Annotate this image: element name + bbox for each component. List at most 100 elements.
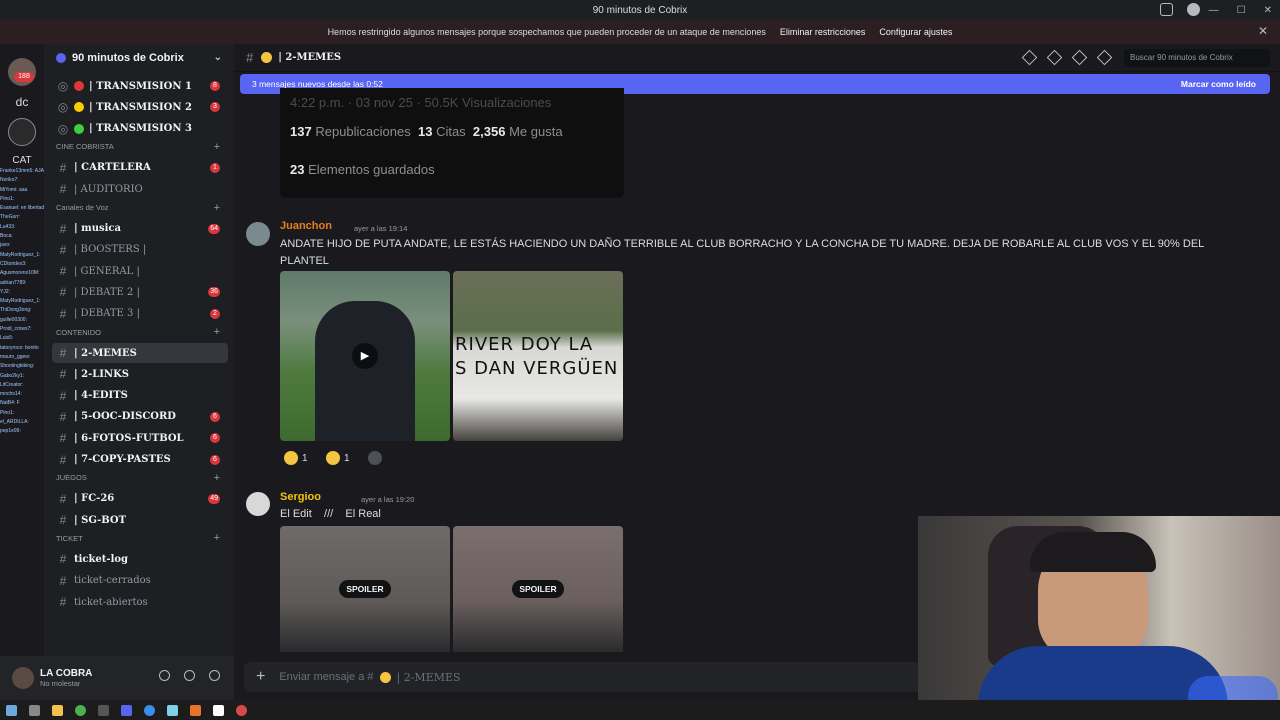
message-composer[interactable]: + Enviar mensaje a # | 2-MEMES <box>244 662 924 692</box>
message-text: El Edit /// El Real <box>280 508 381 520</box>
app-icon[interactable] <box>190 704 201 716</box>
worried-face-icon <box>326 451 340 465</box>
server-header[interactable]: 90 minutos de Cobrix ⌄ <box>44 44 234 72</box>
channel-category[interactable]: Canales de Voz + <box>56 201 226 215</box>
channel-category[interactable]: JUEGOS + <box>56 471 226 485</box>
channel-label: | 5-OOC-DISCORD <box>74 411 176 423</box>
avatar[interactable] <box>246 492 270 516</box>
channel-label: | FC-26 <box>74 493 115 505</box>
chevron-down-icon: ⌄ <box>213 52 222 63</box>
obs-icon[interactable] <box>236 704 247 716</box>
sidebar-channel[interactable]: # | FC-26 49 <box>52 489 228 509</box>
hash-icon: # <box>59 346 67 360</box>
channel-label: | BOOSTERS | <box>74 244 147 256</box>
channel-label: | 6-FOTOS-FUTBOL <box>74 432 184 444</box>
sidebar-channel[interactable]: # | BOOSTERS | <box>52 240 228 260</box>
hash-icon: # <box>59 285 67 300</box>
microphone-icon[interactable] <box>159 670 170 681</box>
sidebar-channel[interactable]: # | 6-FOTOS-FUTBOL 6 <box>52 428 228 448</box>
app-icon[interactable] <box>167 704 178 716</box>
remove-restrictions-link[interactable]: Eliminar restricciones <box>780 27 866 37</box>
attach-plus-icon[interactable]: + <box>256 668 265 686</box>
start-icon[interactable] <box>6 704 17 716</box>
sidebar-channel[interactable]: # | musica 64 <box>52 219 228 239</box>
sidebar-channel[interactable]: # | 2-MEMES <box>52 343 228 363</box>
channel-label: | musica <box>74 223 121 234</box>
maximize-icon[interactable]: ☐ <box>1237 5 1246 16</box>
inbox-icon[interactable] <box>1160 3 1173 16</box>
server-icon[interactable] <box>8 118 36 146</box>
pin-icon[interactable] <box>1071 49 1088 66</box>
folder-icon[interactable] <box>52 704 63 716</box>
unread-badge: 1 <box>210 162 220 173</box>
category-label: CONTENIDO <box>56 327 101 337</box>
search-input[interactable]: Buscar 90 minutos de Cobrix <box>1124 49 1270 67</box>
spoiler-attachment[interactable]: SPOILER <box>280 526 450 652</box>
reaction-worried[interactable]: 1 <box>326 447 350 469</box>
mark-read-button[interactable]: Marcar como leído <box>1181 79 1256 89</box>
hash-icon: # <box>59 264 67 279</box>
os-taskbar <box>0 700 1280 720</box>
image-attachment[interactable]: RIVER DOY LA S DAN VERGÜEN <box>453 271 623 441</box>
channel-category[interactable]: CONTENIDO + <box>56 325 226 339</box>
spoiler-attachment[interactable]: SPOILER <box>453 526 623 652</box>
message-author[interactable]: Juanchon <box>280 220 332 232</box>
sidebar-channel[interactable]: # ticket-abiertos <box>52 592 228 612</box>
sidebar-channel[interactable]: ◎ | TRANSMISION 2 3 <box>52 97 228 117</box>
hash-icon: # <box>59 388 67 403</box>
close-notice-icon[interactable]: ✕ <box>1258 24 1268 38</box>
add-channel-icon[interactable]: + <box>214 472 220 484</box>
stage-icon: ◎ <box>57 100 69 115</box>
sidebar-channel[interactable]: # | DEBATE 2 | 36 <box>52 282 228 302</box>
sidebar-channel[interactable]: # | DEBATE 3 | 2 <box>52 304 228 324</box>
sidebar-channel[interactable]: # ticket-cerrados <box>52 571 228 591</box>
close-window-icon[interactable]: ✕ <box>1264 5 1272 16</box>
category-label: TICKET <box>56 533 83 543</box>
mention-raid-notice: Hemos restringido algunos mensajes porqu… <box>0 20 1280 44</box>
sidebar-channel[interactable]: # | 5-OOC-DISCORD 6 <box>52 407 228 427</box>
threads-icon[interactable] <box>1021 49 1038 66</box>
sidebar-channel[interactable]: # ticket-log <box>52 549 228 569</box>
add-channel-icon[interactable]: + <box>214 326 220 338</box>
search-icon[interactable] <box>29 704 40 716</box>
reaction-thumbs-up[interactable]: 1 <box>284 447 308 469</box>
video-attachment[interactable]: ▶ <box>280 271 450 441</box>
add-channel-icon[interactable]: + <box>214 532 220 544</box>
channel-label: | DEBATE 3 | <box>74 308 140 320</box>
headphones-icon[interactable] <box>184 670 195 681</box>
channel-category[interactable]: TICKET + <box>56 531 226 545</box>
sidebar-channel[interactable]: ◎ | TRANSMISION 3 <box>52 119 228 139</box>
minimize-icon[interactable]: — <box>1209 5 1219 16</box>
sidebar-channel[interactable]: ◎ | TRANSMISION 1 8 <box>52 76 228 96</box>
members-icon[interactable] <box>1096 49 1113 66</box>
message-author[interactable]: Sergioo <box>280 491 321 503</box>
gear-icon[interactable] <box>209 670 220 681</box>
help-icon[interactable] <box>1187 3 1200 16</box>
sidebar-channel[interactable]: # | 2-LINKS <box>52 364 228 384</box>
discord-icon[interactable] <box>121 704 132 716</box>
channel-category[interactable]: CINE COBRISTA + <box>56 140 226 154</box>
sidebar-channel[interactable]: # | CARTELERA 1 <box>52 158 228 178</box>
add-channel-icon[interactable]: + <box>214 202 220 214</box>
avatar[interactable] <box>246 222 270 246</box>
add-channel-icon[interactable]: + <box>214 141 220 153</box>
status-dot <box>74 102 84 113</box>
chrome-icon[interactable] <box>75 704 86 716</box>
saved-label: Elementos guardados <box>308 162 435 177</box>
app-icon[interactable] <box>98 704 109 716</box>
notifications-icon[interactable] <box>1046 49 1063 66</box>
avatar[interactable] <box>12 667 34 689</box>
sidebar-channel[interactable]: # | AUDITORIO <box>52 179 228 199</box>
sidebar-channel[interactable]: # | 4-EDITS <box>52 386 228 406</box>
play-icon[interactable]: ▶ <box>352 343 378 369</box>
browser-icon[interactable] <box>144 704 155 716</box>
sidebar-channel[interactable]: # | 7-COPY-PASTES 6 <box>52 450 228 470</box>
server-icon[interactable]: dc <box>8 88 36 116</box>
app-icon[interactable] <box>213 704 224 716</box>
sidebar-channel[interactable]: # | SG-BOT <box>52 510 228 530</box>
configure-settings-link[interactable]: Configurar ajustes <box>879 27 952 37</box>
coach-figure <box>315 301 415 441</box>
add-reaction-button[interactable] <box>368 447 382 469</box>
sidebar-channel[interactable]: # | GENERAL | <box>52 261 228 281</box>
hash-icon: # <box>59 242 67 257</box>
